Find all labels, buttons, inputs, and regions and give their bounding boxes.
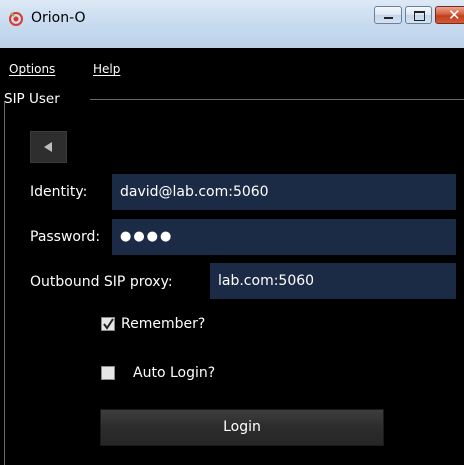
password-input[interactable]: ●●●● (112, 219, 456, 255)
auto-login-checkbox[interactable] (101, 366, 115, 380)
proxy-input[interactable]: lab.com:5060 (210, 263, 456, 299)
close-icon: ✕ (448, 6, 461, 24)
remember-label: Remember? (121, 316, 206, 332)
close-button[interactable]: ✕ (435, 6, 464, 24)
groupbox-border-left (4, 101, 5, 465)
minimize-icon (384, 17, 393, 19)
groupbox-title: SIP User (4, 91, 60, 107)
menu-options[interactable]: Options (9, 62, 55, 76)
auto-login-label: Auto Login? (133, 365, 216, 381)
proxy-label: Outbound SIP proxy: (30, 274, 173, 290)
menu-bar: Options Help (0, 48, 464, 88)
app-window: Orion-O ✕ Options Help SIP User Identity… (0, 0, 464, 465)
title-bar[interactable]: Orion-O ✕ (0, 0, 464, 48)
window-title: Orion-O (31, 10, 86, 26)
back-button[interactable] (30, 131, 67, 163)
minimize-button[interactable] (374, 6, 402, 24)
checkmark-icon (103, 318, 114, 330)
identity-input[interactable]: david@lab.com:5060 (112, 174, 456, 210)
login-button[interactable]: Login (100, 409, 384, 446)
groupbox-border-top (90, 99, 464, 100)
maximize-icon (414, 11, 425, 21)
remember-checkbox[interactable] (101, 317, 115, 331)
identity-label: Identity: (30, 184, 88, 200)
maximize-button[interactable] (405, 6, 432, 24)
password-label: Password: (30, 229, 101, 245)
orion-logo-icon (8, 10, 24, 26)
triangle-left-icon (44, 142, 52, 152)
menu-help[interactable]: Help (93, 62, 120, 76)
